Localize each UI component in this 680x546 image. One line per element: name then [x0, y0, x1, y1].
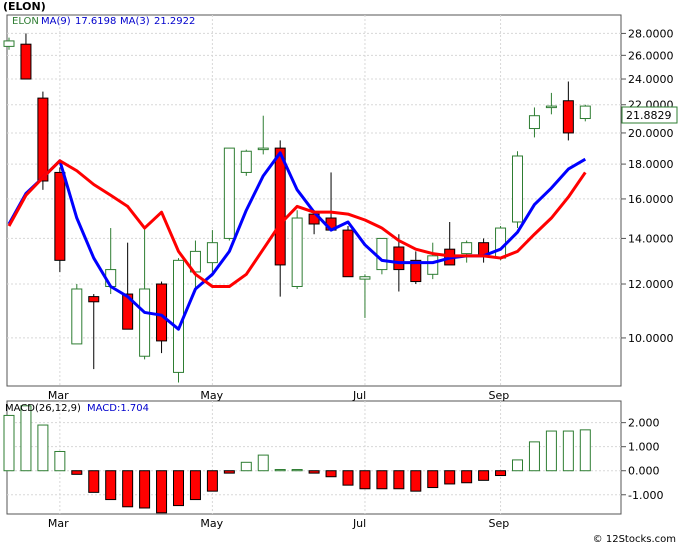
watermark: © 12Stocks.com	[592, 534, 676, 545]
candle-up	[376, 237, 388, 271]
price-panel-frame	[6, 14, 622, 387]
candle-down	[156, 283, 168, 342]
macd-bar-negative	[478, 470, 490, 481]
macd-bar-negative	[410, 470, 422, 492]
candle-down	[393, 246, 405, 271]
macd-bar-negative	[461, 470, 473, 484]
macd-bar-negative	[325, 470, 337, 478]
y-axis-labels: 28.000026.000024.000022.000020.000018.00…	[621, 27, 674, 502]
macd-bar-positive	[528, 441, 540, 472]
candle-up	[291, 217, 303, 287]
macd-bar-negative	[393, 470, 405, 490]
macd-bar-positive	[545, 430, 557, 472]
macd-bar-negative	[359, 470, 371, 490]
macd-x-label: Sep	[489, 517, 510, 530]
macd-bar-negative	[189, 470, 201, 501]
price-x-label: Sep	[489, 389, 510, 402]
macd-bar-negative	[206, 470, 218, 492]
price-x-label: May	[200, 389, 223, 402]
candle-down	[20, 43, 32, 80]
macd-bar-positive	[37, 424, 49, 472]
legend-ma9-value: 17.6198	[75, 16, 116, 27]
candle-down	[37, 97, 49, 182]
candle-up	[206, 242, 218, 264]
chart-svg: 28.000026.000024.000022.000020.000018.00…	[3, 14, 678, 530]
price-tick-label: 20.0000	[628, 127, 674, 140]
legend-ma3-label: MA(3)	[120, 16, 150, 27]
macd-bar-positive	[20, 405, 32, 472]
macd-bar-negative	[308, 470, 320, 474]
macd-bar-negative	[376, 470, 388, 490]
macd-bar-negative	[342, 470, 354, 486]
macd-bar-negative	[88, 470, 100, 493]
macd-bar-positive	[54, 450, 66, 472]
macd-x-label: May	[200, 517, 223, 530]
macd-bar-positive	[3, 414, 15, 472]
candle-up	[257, 147, 269, 151]
candle-down	[342, 229, 354, 278]
candle-up	[545, 105, 557, 109]
price-x-label: Mar	[48, 389, 69, 402]
legend-ticker: ELON	[12, 16, 39, 27]
macd-value-label: MACD:1.704	[87, 403, 149, 414]
macd-legend: MACD(26,12,9) MACD:1.704	[5, 403, 149, 414]
price-tick-label: 12.0000	[628, 278, 674, 291]
macd-bar-negative	[105, 470, 117, 501]
price-tick-label: 10.0000	[628, 332, 674, 345]
macd-bar-negative	[71, 470, 83, 475]
macd-bar-negative	[495, 470, 507, 477]
legend-ma9-label: MA(9)	[41, 16, 71, 27]
macd-x-label: Mar	[48, 517, 69, 530]
candle-up	[139, 288, 151, 357]
macd-title: MACD(26,12,9)	[5, 403, 81, 414]
macd-bar-negative	[444, 470, 456, 485]
price-tick-label: 24.0000	[628, 73, 674, 86]
candle-down	[88, 296, 100, 303]
macd-bar-positive	[512, 459, 523, 472]
candle-up	[579, 105, 591, 120]
last-price-marker: 21.8829	[621, 106, 678, 124]
macd-tick-label: 1.000	[628, 441, 660, 454]
price-tick-label: 28.0000	[628, 27, 674, 40]
macd-bar-negative	[122, 470, 134, 508]
candle-up	[173, 259, 184, 373]
price-tick-label: 16.0000	[628, 193, 674, 206]
macd-bar-negative	[223, 470, 235, 474]
macd-bar-positive	[291, 469, 303, 472]
candle-up	[528, 115, 540, 130]
candle-down	[274, 147, 286, 266]
price-tick-label: 18.0000	[628, 158, 674, 171]
last-price-label: 21.8829	[626, 109, 672, 122]
candle-up	[359, 276, 371, 280]
candle-up	[71, 288, 83, 345]
macd-bar-negative	[139, 470, 151, 509]
macd-bar-positive	[274, 469, 286, 472]
candle-up	[461, 242, 473, 255]
price-x-label: Jul	[352, 389, 366, 402]
macd-tick-label: 0.000	[628, 465, 660, 478]
price-tick-label: 14.0000	[628, 232, 674, 245]
macd-bar-negative	[427, 470, 439, 489]
candle-up	[495, 227, 507, 259]
candle-up	[427, 255, 439, 275]
macd-panel-frame	[6, 400, 622, 515]
macd-bar-positive	[579, 429, 591, 472]
legend-ma3-value: 21.2922	[154, 16, 195, 27]
candle-up	[3, 40, 15, 47]
candle-up	[512, 155, 523, 223]
candle-up	[223, 147, 235, 239]
candle-up	[240, 150, 252, 173]
candle-down	[562, 100, 574, 134]
macd-tick-label: -1.000	[628, 489, 663, 502]
macd-tick-label: 2.000	[628, 417, 660, 430]
macd-bar-negative	[173, 470, 184, 507]
macd-bar-positive	[562, 430, 574, 472]
macd-bar-negative	[156, 470, 168, 514]
price-tick-label: 26.0000	[628, 49, 674, 62]
macd-bar-positive	[257, 454, 269, 472]
macd-bar-positive	[240, 461, 252, 472]
candle-down	[54, 171, 66, 261]
macd-x-label: Jul	[352, 517, 366, 530]
